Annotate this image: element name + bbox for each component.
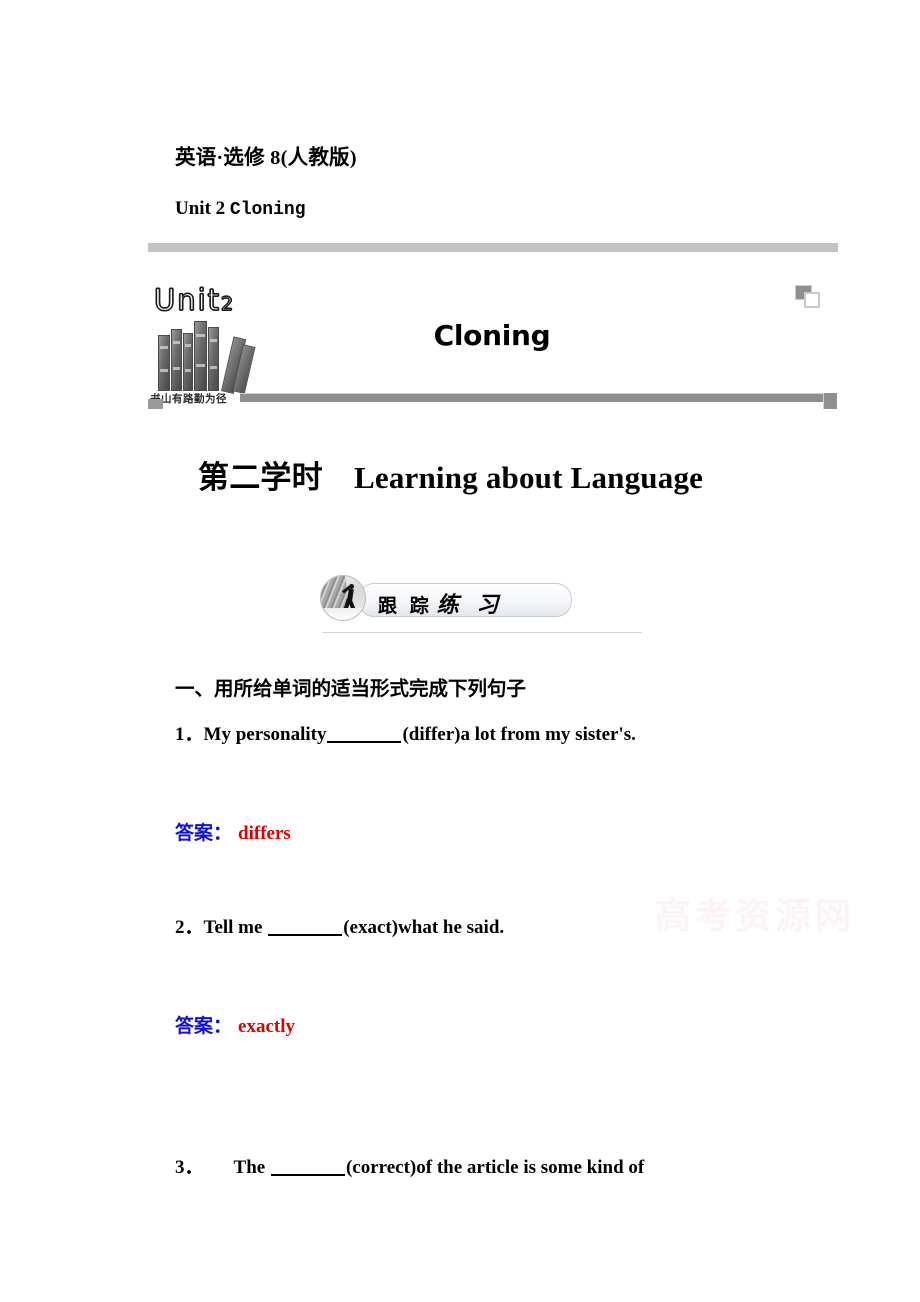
question-text-before: Tell me <box>203 917 268 938</box>
question-item: 1．My personality (differ)a lot from my si… <box>175 722 825 748</box>
answer-value: exactly <box>238 1016 295 1037</box>
page-title: 第二学时 Learning about Language <box>198 460 704 495</box>
banner-title: Cloning <box>433 319 551 352</box>
question-text-before: My personality <box>203 724 327 745</box>
question-number: 1． <box>175 724 204 745</box>
climber-photo-icon <box>320 575 366 621</box>
banner-bottom-bar-left-cap <box>148 399 163 409</box>
question-text-after: (differ)a lot from my sister's. <box>402 724 636 745</box>
unit-banner: Unit2 书山有路勤为径 Cloning <box>146 243 838 448</box>
answer-line: 答案： differs <box>175 818 291 845</box>
unit-heading-label: Unit 2 <box>175 198 226 219</box>
exercise-section-heading: 一、用所给单词的适当形式完成下列句子 <box>175 677 527 700</box>
answer-label: 答案： <box>175 823 233 844</box>
banner-unit-number: 2 <box>220 292 234 315</box>
practice-badge-label: 跟 踪练 习 <box>378 587 503 619</box>
banner-top-bar <box>148 243 838 252</box>
question-text-before: The <box>233 1157 270 1178</box>
question-item: 2．Tell me (exact)what he said. <box>175 915 825 941</box>
answer-line: 答案： exactly <box>175 1011 295 1038</box>
practice-badge-label-brush: 练 习 <box>436 592 504 618</box>
answer-label: 答案： <box>175 1016 233 1037</box>
unit-heading-line: Unit 2 Cloning <box>175 198 306 220</box>
answer-blank <box>268 919 343 936</box>
practice-badge: 跟 踪练 习 <box>320 575 572 621</box>
question-text-after: (correct)of the article is some kind of <box>345 1157 645 1178</box>
banner-unit-word: Unit2 <box>153 282 234 317</box>
question-number: 3． <box>175 1157 204 1178</box>
banner-bottom-bar <box>240 393 836 402</box>
banner-bottom-bar-right-cap <box>823 393 837 409</box>
book-title-line: 英语·选修 8(人教版) <box>175 147 357 169</box>
banner-unit-word-text: Unit <box>153 282 222 317</box>
answer-value: differs <box>238 823 291 844</box>
question-number: 2． <box>175 917 204 938</box>
answer-blank <box>327 726 402 743</box>
answer-blank <box>270 1159 345 1176</box>
question-text-after: (exact)what he said. <box>343 917 505 938</box>
document-page: 英语·选修 8(人教版) Unit 2 Cloning Unit2 书山有路勤为… <box>0 0 920 1302</box>
overlapping-squares-icon <box>795 285 821 309</box>
unit-heading-name: Cloning <box>229 200 306 220</box>
question-item: 3． The (correct)of the article is some ki… <box>175 1155 830 1181</box>
practice-badge-rule <box>322 632 642 633</box>
practice-badge-label-front: 跟 踪 <box>378 596 433 617</box>
